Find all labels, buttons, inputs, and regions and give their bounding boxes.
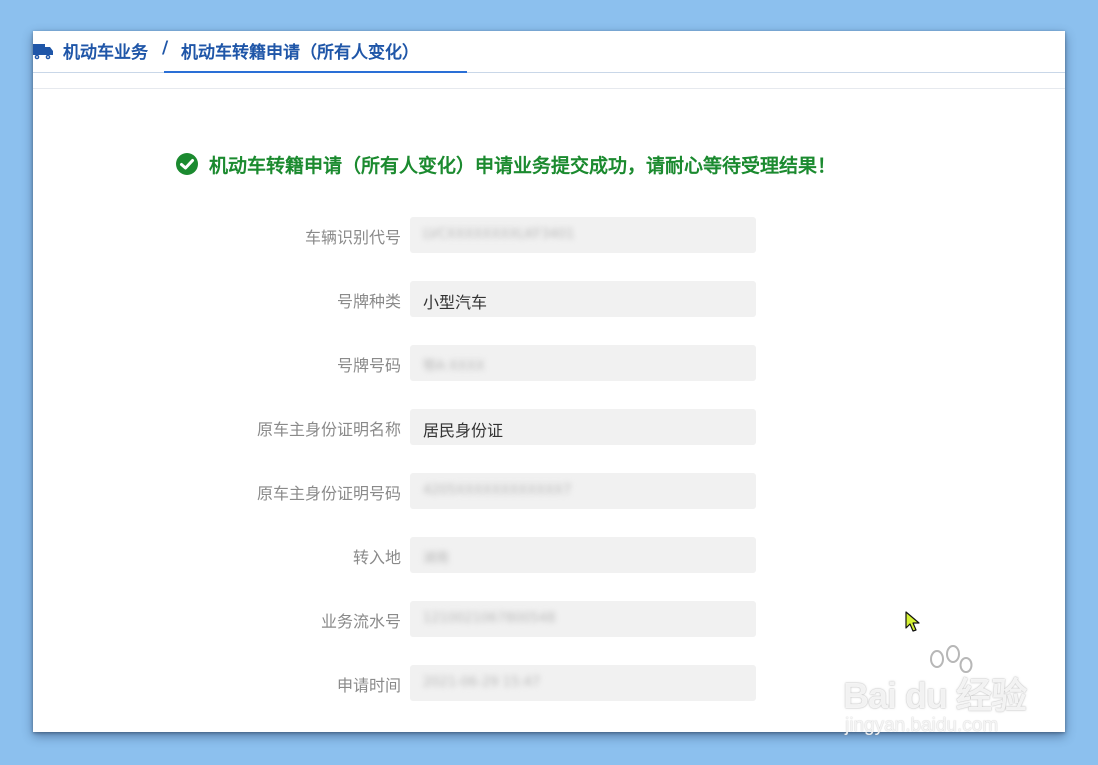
watermark-url: jingyan.baidu.com: [845, 715, 999, 736]
field-row-vin: 车辆识别代号 LVCXXXXXXXXLKF3401: [33, 217, 793, 253]
field-row-destination: 转入地 湖南: [33, 537, 793, 573]
field-value: 湖南: [423, 551, 450, 566]
field-value: 4205XXXXXXXXXXXX7: [423, 483, 572, 498]
field-label: 申请时间: [336, 676, 401, 695]
field-label: 号牌种类: [336, 292, 401, 311]
field-value-box: 2021-06-29 15:47: [410, 665, 756, 701]
check-circle-icon: [176, 153, 198, 175]
field-value: LVCXXXXXXXXLKF3401: [423, 227, 575, 242]
field-row-serial-number: 业务流水号 1210021067800548: [33, 601, 793, 637]
field-value-box: 湖南: [410, 537, 756, 573]
field-value: 小型汽车: [423, 293, 488, 312]
mouse-cursor-icon: [905, 611, 920, 632]
field-row-id-number: 原车主身份证明号码 4205XXXXXXXXXXXX7: [33, 473, 793, 509]
field-value-box: LVCXXXXXXXXLKF3401: [410, 217, 756, 253]
active-tab-underline: [164, 71, 467, 73]
field-value: 居民身份证: [423, 421, 504, 440]
field-row-plate-type: 号牌种类 小型汽车: [33, 281, 793, 317]
breadcrumb-separator: /: [162, 38, 169, 58]
field-row-id-type: 原车主身份证明名称 居民身份证: [33, 409, 793, 445]
field-label: 业务流水号: [320, 612, 401, 631]
success-banner: 机动车转籍申请（所有人变化）申请业务提交成功，请耐心等待受理结果！: [175, 150, 836, 178]
baidu-jingyan-watermark: Bai du 经验 jingyan.baidu.com: [840, 645, 1050, 745]
field-value: 1210021067800548: [423, 611, 556, 626]
divider: [33, 88, 1065, 89]
field-row-apply-time: 申请时间 2021-06-29 15:47: [33, 665, 793, 701]
breadcrumb-current[interactable]: 机动车转籍申请（所有人变化）: [181, 38, 419, 63]
field-label: 原车主身份证明号码: [256, 484, 401, 503]
field-value-box: 居民身份证: [410, 409, 756, 445]
field-value: 鄂A·XXXX: [423, 359, 485, 374]
field-label: 转入地: [352, 548, 401, 567]
breadcrumb-parent-link[interactable]: 机动车业务: [63, 38, 148, 63]
field-value-box: 鄂A·XXXX: [410, 345, 756, 381]
field-row-plate-number: 号牌号码 鄂A·XXXX: [33, 345, 793, 381]
field-value-box: 小型汽车: [410, 281, 756, 317]
field-value-box: 1210021067800548: [410, 601, 756, 637]
truck-icon: [33, 44, 53, 60]
field-value-box: 4205XXXXXXXXXXXX7: [410, 473, 756, 509]
breadcrumb: 机动车业务 / 机动车转籍申请（所有人变化）: [33, 31, 1065, 73]
field-label: 车辆识别代号: [304, 228, 401, 247]
success-message: 机动车转籍申请（所有人变化）申请业务提交成功，请耐心等待受理结果！: [209, 154, 837, 177]
field-label: 原车主身份证明名称: [256, 420, 401, 439]
field-value: 2021-06-29 15:47: [423, 675, 541, 690]
field-label: 号牌号码: [336, 356, 401, 375]
watermark-logo-text: Bai du 经验: [843, 675, 1027, 716]
